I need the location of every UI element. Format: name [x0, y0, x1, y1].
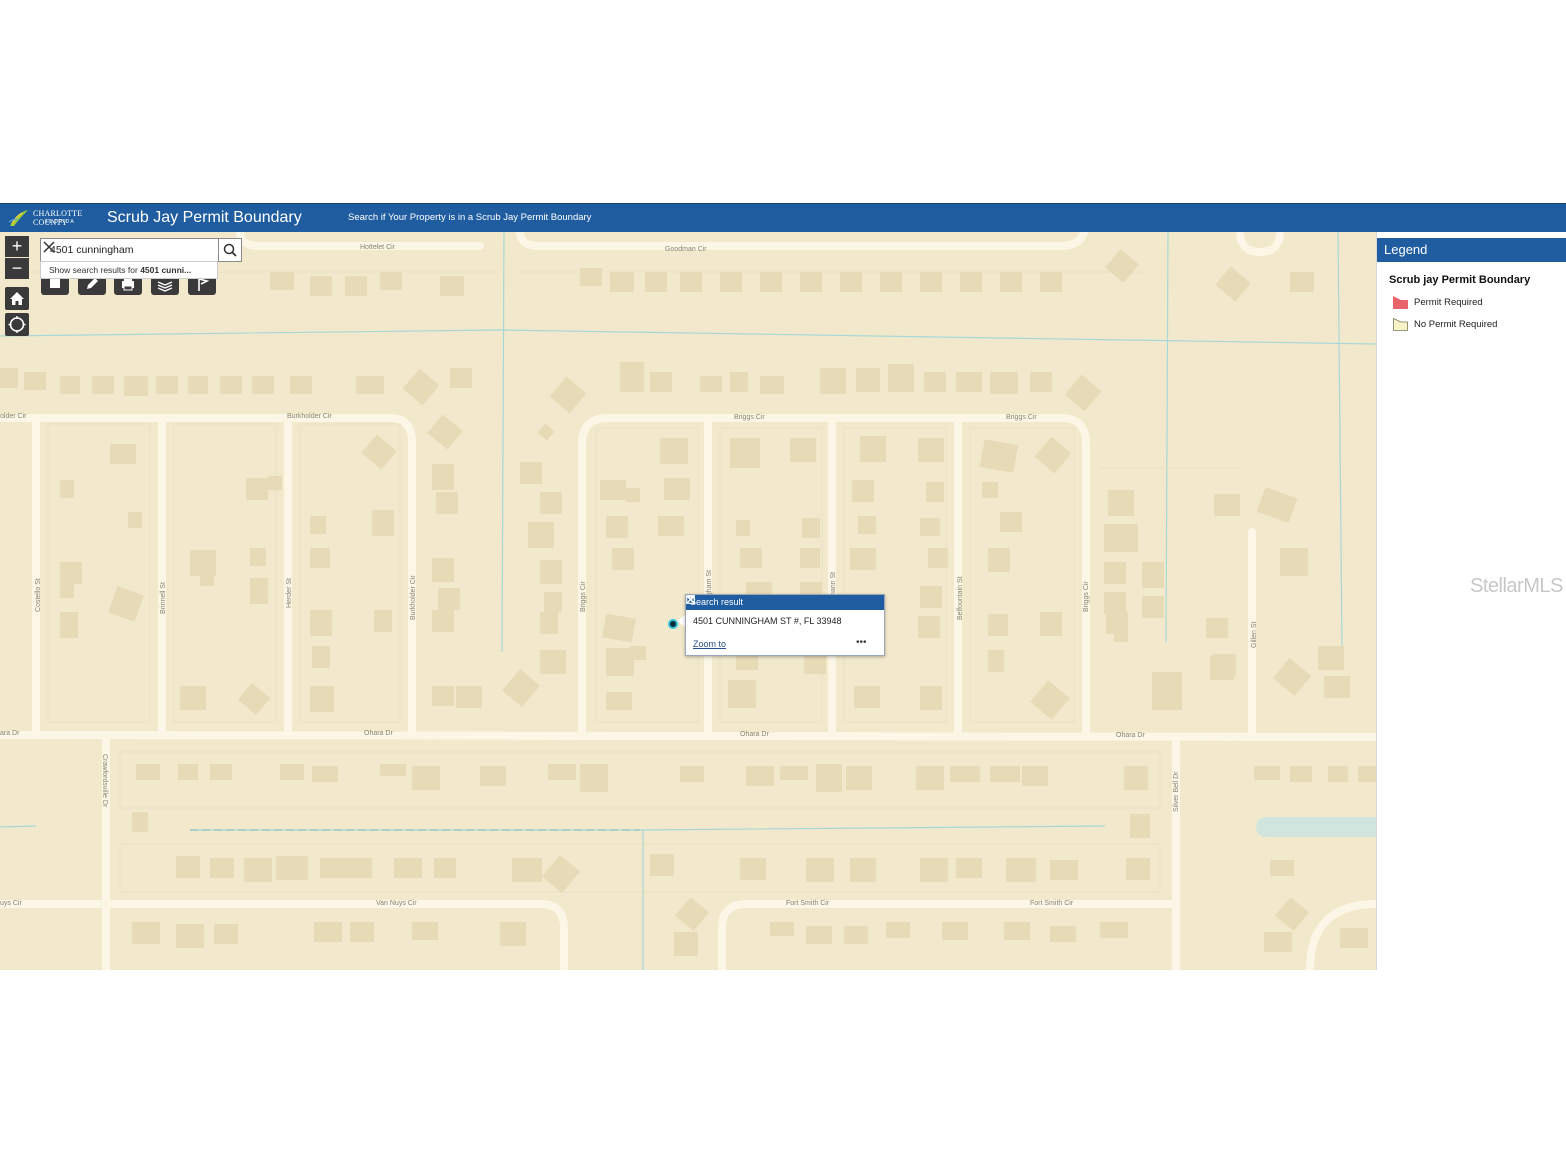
street-label: Fort Smith Cir [1030, 900, 1074, 907]
street-label: ara Dr [0, 730, 20, 737]
street-label: Briggs Cir [580, 581, 587, 612]
search-input[interactable] [50, 239, 198, 261]
street-label: Briggs Cir [734, 414, 765, 421]
search-button[interactable] [218, 239, 242, 261]
popup-pointer [677, 615, 685, 627]
search-widget [40, 238, 242, 262]
street-label: Hottelet Cir [360, 244, 396, 251]
street-label: Silver Bell Dr [1173, 771, 1180, 812]
street-label: Herder St [286, 578, 293, 608]
street-label: Belfountain St [957, 576, 964, 620]
leaf-icon [8, 210, 28, 226]
more-actions-button[interactable]: ••• [856, 637, 867, 648]
legend-panel: Legend Scrub jay Permit Boundary Permit … [1376, 232, 1566, 970]
clear-search-icon[interactable] [41, 239, 57, 255]
popup-header: Search result [686, 595, 884, 610]
suggestion-prefix: Show search results for [49, 265, 141, 275]
legend-header: Legend [1377, 238, 1566, 262]
suggestion-term: 4501 cunni... [140, 265, 192, 275]
app-header: CHARLOTTE COUNTY FLORIDA Scrub Jay Permi… [0, 203, 1566, 232]
popup-title: Search result [690, 597, 744, 607]
search-suggestion[interactable]: Show search results for 4501 cunni... [40, 261, 218, 279]
app-window: CHARLOTTE COUNTY FLORIDA Scrub Jay Permi… [0, 203, 1566, 970]
search-result-popup: Search result 4501 CUNNINGHAM ST #, FL 3… [685, 594, 885, 656]
street-label: Burkholder Cir [287, 413, 332, 420]
permit-required-swatch [1393, 296, 1408, 309]
app-subtitle: Search if Your Property is in a Scrub Ja… [348, 212, 592, 223]
popup-address: 4501 CUNNINGHAM ST #, FL 33948 [693, 616, 842, 626]
legend-label: Permit Required [1414, 297, 1483, 308]
legend-label: No Permit Required [1414, 319, 1498, 330]
app-title: Scrub Jay Permit Boundary [107, 209, 302, 226]
zoom-out-button[interactable]: − [5, 258, 29, 279]
logo-subtitle: FLORIDA [46, 219, 75, 225]
street-label: Gillen St [1251, 621, 1258, 648]
street-label: Briggs Cir [1083, 581, 1090, 612]
legend-layer-title: Scrub jay Permit Boundary [1389, 274, 1531, 286]
street-label: Ohara Dr [740, 731, 769, 738]
no-permit-required-swatch [1393, 318, 1408, 331]
watermark: StellarMLS [1470, 575, 1563, 597]
charlotte-county-logo[interactable]: CHARLOTTE COUNTY FLORIDA [8, 207, 100, 229]
home-button[interactable] [5, 287, 29, 310]
street-label: uys Cir [0, 900, 22, 907]
locate-icon [8, 316, 26, 333]
map-view[interactable]: Hottelet Cir Goodman Cir older Cir Burkh… [0, 232, 1376, 970]
zoom-in-button[interactable]: + [5, 236, 29, 257]
close-icon[interactable] [686, 595, 695, 604]
street-label: older Cir [0, 413, 27, 420]
street-label: Briggs Cir [1006, 414, 1037, 421]
street-label: Crawfordsville Dr [101, 754, 108, 808]
home-icon [10, 292, 24, 305]
street-label: Burkholder Cir [410, 575, 417, 620]
street-label: Ohara Dr [1116, 732, 1145, 739]
street-label: Goodman Cir [665, 246, 707, 253]
legend-title: Legend [1384, 242, 1428, 257]
street-label: Brinnell St [160, 582, 167, 614]
street-label: Fort Smith Cir [786, 900, 830, 907]
search-icon [223, 243, 237, 257]
street-label: Ohara Dr [364, 730, 393, 737]
street-label: Costello St [35, 578, 42, 612]
locate-button[interactable] [5, 313, 29, 336]
street-label: Van Nuys Cir [376, 900, 417, 907]
zoom-to-link[interactable]: Zoom to [693, 639, 726, 649]
